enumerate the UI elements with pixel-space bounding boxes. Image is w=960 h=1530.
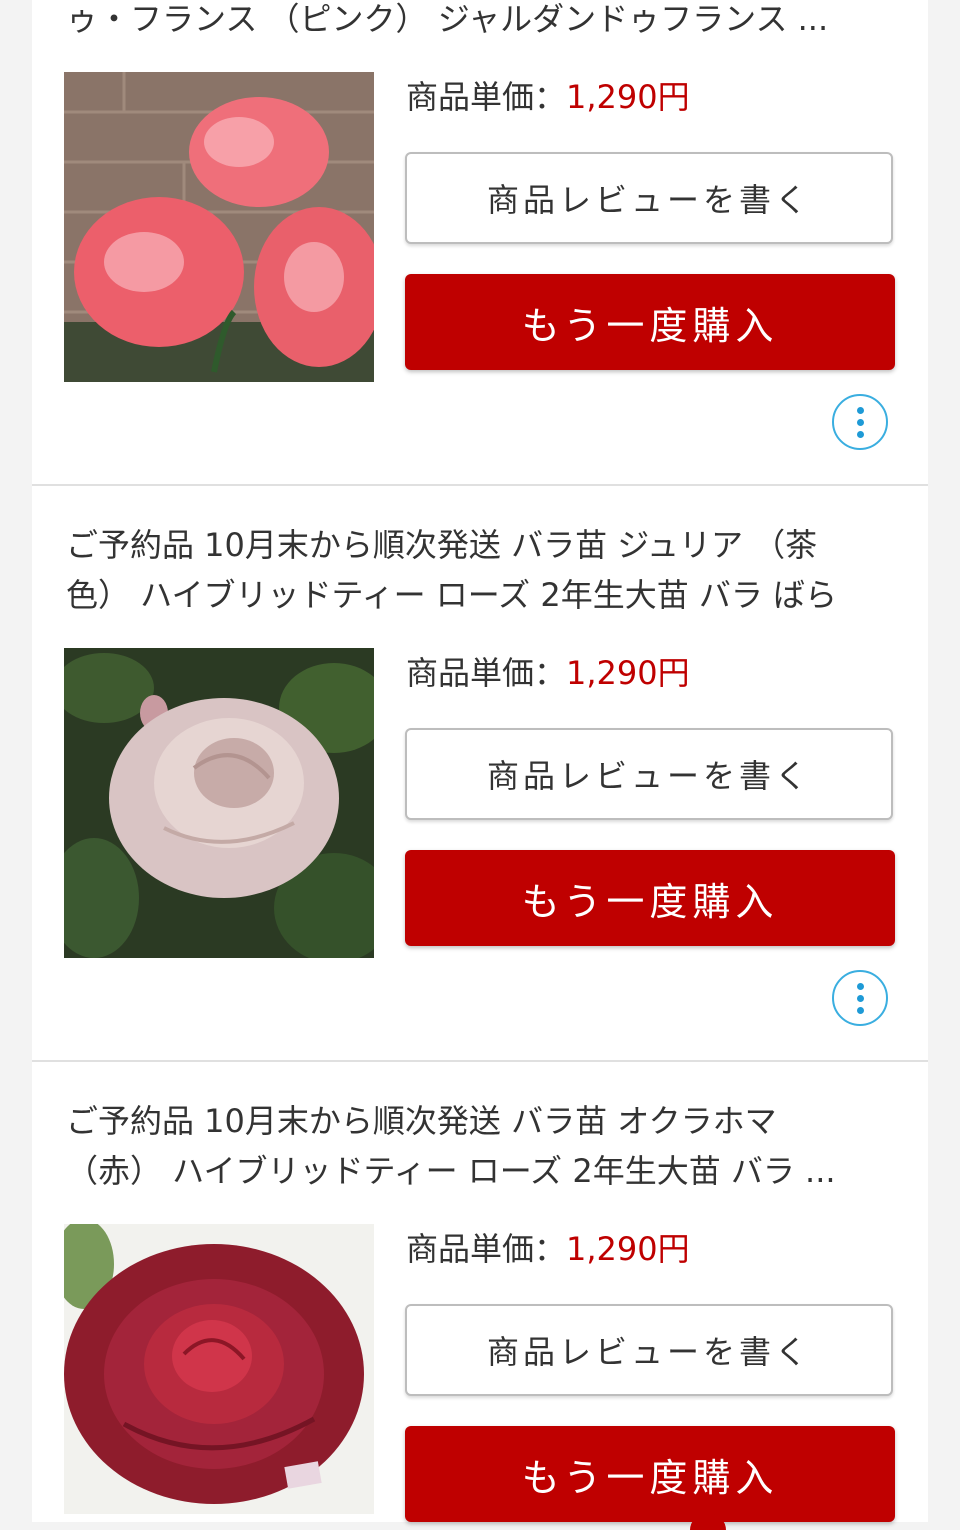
buy-again-button[interactable]: もう一度購入: [405, 1426, 895, 1522]
write-review-button[interactable]: 商品レビューを書く: [405, 1304, 893, 1396]
product-title-line: 色） ハイブリッドティー ローズ 2年生大苗 バラ ばら: [66, 576, 838, 614]
price-label: 商品単価：: [406, 654, 567, 692]
order-item-card: ゥ・フランス （ピンク） ジャルダンドゥフランス ... 商品単価：1,290円…: [32, 0, 928, 484]
product-title-line: ご予約品 10月末から順次発送 バラ苗 ジュリア （茶: [66, 526, 818, 564]
product-title-line: ご予約品 10月末から順次発送 バラ苗 オクラホマ: [66, 1102, 777, 1140]
product-title[interactable]: ご予約品 10月末から順次発送 バラ苗 オクラホマ （赤） ハイブリッドティー …: [66, 1096, 896, 1196]
write-review-button[interactable]: 商品レビューを書く: [405, 728, 893, 820]
product-title[interactable]: ご予約品 10月末から順次発送 バラ苗 ジュリア （茶 色） ハイブリッドティー…: [66, 520, 896, 620]
red-rose-photo: [64, 1224, 374, 1514]
product-image[interactable]: [64, 72, 374, 382]
order-history-panel: ゥ・フランス （ピンク） ジャルダンドゥフランス ... 商品単価：1,290円…: [32, 0, 928, 1522]
price-label: 商品単価：: [406, 78, 567, 116]
vertical-ellipsis-icon: [856, 982, 864, 990]
unit-price: 商品単価：1,290円: [406, 648, 690, 698]
vertical-ellipsis-icon: [856, 406, 864, 414]
product-title[interactable]: ゥ・フランス （ピンク） ジャルダンドゥフランス ...: [66, 0, 896, 44]
buy-again-button[interactable]: もう一度購入: [405, 850, 895, 946]
write-review-button[interactable]: 商品レビューを書く: [405, 152, 893, 244]
product-title-line: （赤） ハイブリッドティー ローズ 2年生大苗 バラ ...: [66, 1152, 836, 1190]
unit-price: 商品単価：1,290円: [406, 72, 690, 122]
product-image[interactable]: [64, 648, 374, 958]
more-options-button[interactable]: [832, 970, 888, 1026]
product-image[interactable]: [64, 1224, 374, 1514]
order-item-card: ご予約品 10月末から順次発送 バラ苗 オクラホマ （赤） ハイブリッドティー …: [32, 1062, 928, 1522]
unit-price: 商品単価：1,290円: [406, 1224, 690, 1274]
more-options-button[interactable]: [832, 394, 888, 450]
pink-rose-photo: [64, 72, 374, 382]
order-item-card: ご予約品 10月末から順次発送 バラ苗 ジュリア （茶 色） ハイブリッドティー…: [32, 486, 928, 1060]
price-label: 商品単価：: [406, 1230, 567, 1268]
price-value: 1,290円: [566, 1230, 690, 1268]
price-value: 1,290円: [566, 654, 690, 692]
buy-again-button[interactable]: もう一度購入: [405, 274, 895, 370]
price-value: 1,290円: [566, 78, 690, 116]
product-title-line: ゥ・フランス （ピンク） ジャルダンドゥフランス ...: [66, 0, 829, 38]
brown-rose-photo: [64, 648, 374, 958]
